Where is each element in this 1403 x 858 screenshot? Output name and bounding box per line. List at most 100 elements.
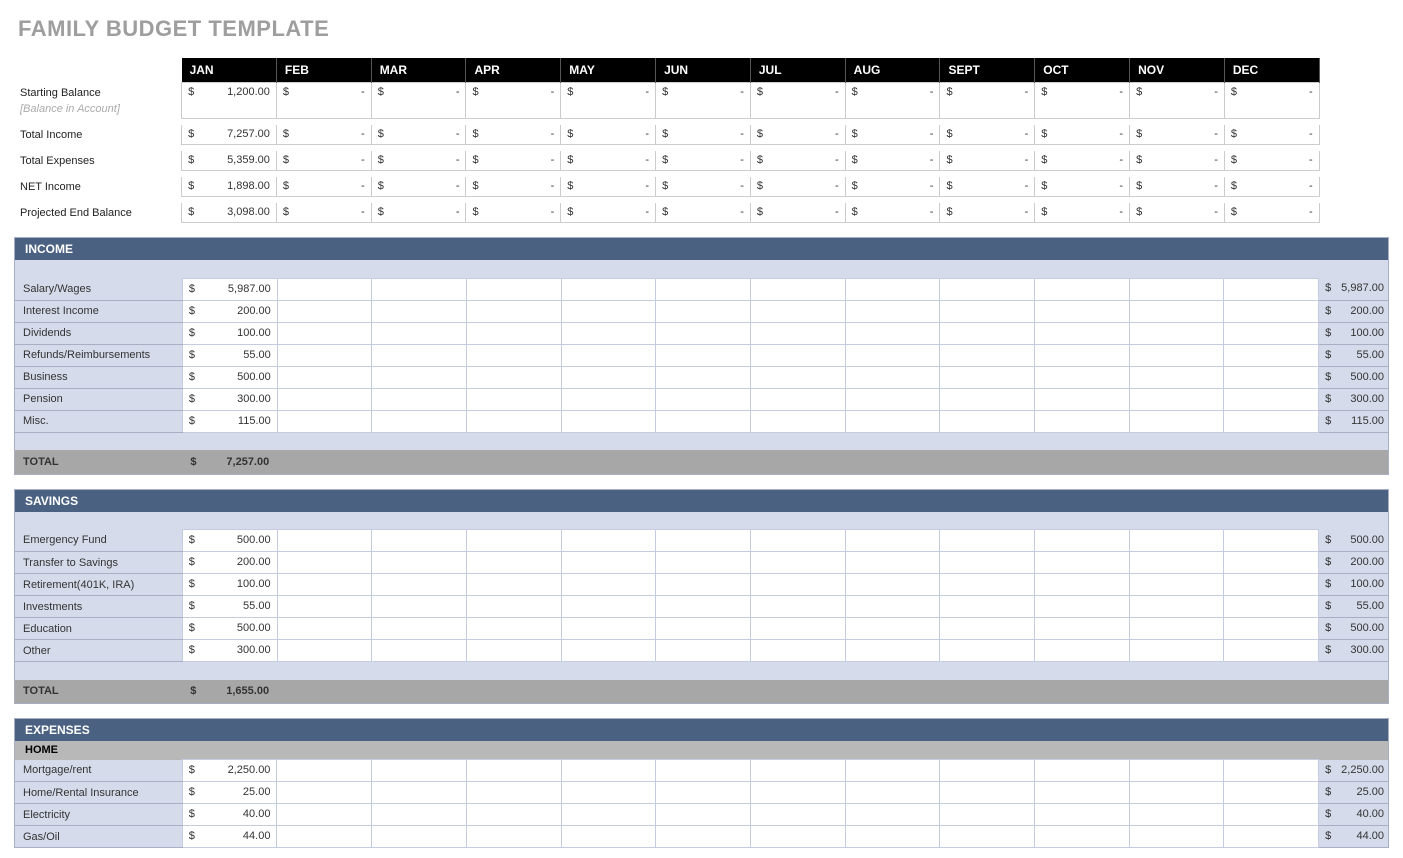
line-item-cell[interactable] <box>277 574 372 596</box>
line-item-cell[interactable]: $55.00 <box>182 596 277 618</box>
summary-cell[interactable]: $- <box>750 83 845 119</box>
line-item-cell[interactable] <box>467 278 562 300</box>
line-item-cell[interactable] <box>940 530 1035 552</box>
line-item-cell[interactable] <box>1035 826 1130 848</box>
summary-cell[interactable]: $- <box>750 177 845 197</box>
summary-cell[interactable]: $- <box>1130 125 1225 145</box>
summary-cell[interactable]: $- <box>940 203 1035 223</box>
line-item-cell[interactable] <box>940 782 1035 804</box>
line-item-cell[interactable] <box>751 300 846 322</box>
line-item-cell[interactable] <box>656 596 751 618</box>
line-item-cell[interactable] <box>1035 574 1130 596</box>
line-item-cell[interactable] <box>1035 760 1130 782</box>
line-item-cell[interactable] <box>940 322 1035 344</box>
line-item-cell[interactable] <box>845 760 940 782</box>
line-item-cell[interactable] <box>277 322 372 344</box>
line-item-cell[interactable] <box>561 344 656 366</box>
line-item-cell[interactable] <box>656 618 751 640</box>
line-item-cell[interactable] <box>561 552 656 574</box>
summary-cell[interactable]: $- <box>750 203 845 223</box>
line-item-cell[interactable] <box>940 826 1035 848</box>
line-item-cell[interactable] <box>466 530 561 552</box>
summary-cell[interactable]: $- <box>561 151 656 171</box>
line-item-cell[interactable] <box>750 826 845 848</box>
line-item-cell[interactable] <box>1224 366 1319 388</box>
line-item-cell[interactable] <box>466 574 561 596</box>
summary-cell[interactable]: $- <box>1035 125 1130 145</box>
line-item-cell[interactable] <box>845 410 940 432</box>
line-item-cell[interactable] <box>466 804 561 826</box>
line-item-cell[interactable] <box>751 552 846 574</box>
line-item-cell[interactable] <box>1224 388 1319 410</box>
line-item-cell[interactable] <box>277 344 372 366</box>
line-item-cell[interactable] <box>466 760 561 782</box>
summary-cell[interactable]: $- <box>1130 177 1225 197</box>
summary-cell[interactable]: $- <box>561 125 656 145</box>
line-item-cell[interactable]: $500.00 <box>182 366 277 388</box>
line-item-cell[interactable] <box>561 410 656 432</box>
line-item-cell[interactable]: $2,250.00 <box>182 760 277 782</box>
summary-cell[interactable]: $- <box>561 83 656 119</box>
summary-cell[interactable]: $- <box>1035 151 1130 171</box>
line-item-cell[interactable] <box>845 826 940 848</box>
line-item-cell[interactable] <box>372 322 467 344</box>
line-item-cell[interactable] <box>466 596 561 618</box>
line-item-cell[interactable] <box>1224 618 1319 640</box>
line-item-cell[interactable]: $25.00 <box>182 782 277 804</box>
summary-cell[interactable]: $- <box>466 125 561 145</box>
line-item-cell[interactable] <box>845 782 940 804</box>
line-item-cell[interactable] <box>561 530 656 552</box>
line-item-cell[interactable] <box>1224 782 1319 804</box>
summary-cell[interactable]: $- <box>656 151 751 171</box>
line-item-cell[interactable] <box>1129 760 1224 782</box>
line-item-cell[interactable] <box>372 574 467 596</box>
line-item-cell[interactable] <box>1035 618 1130 640</box>
line-item-cell[interactable] <box>561 300 656 322</box>
line-item-cell[interactable] <box>656 410 751 432</box>
line-item-cell[interactable] <box>1129 322 1224 344</box>
line-item-cell[interactable] <box>277 596 372 618</box>
line-item-cell[interactable] <box>1224 574 1319 596</box>
line-item-cell[interactable] <box>845 366 940 388</box>
summary-cell[interactable]: $- <box>371 83 466 119</box>
summary-cell[interactable]: $- <box>1035 83 1130 119</box>
line-item-cell[interactable] <box>372 410 467 432</box>
line-item-cell[interactable] <box>940 300 1035 322</box>
line-item-cell[interactable] <box>467 410 562 432</box>
line-item-cell[interactable] <box>940 278 1035 300</box>
line-item-cell[interactable] <box>656 640 751 662</box>
line-item-cell[interactable] <box>1224 552 1319 574</box>
line-item-cell[interactable]: $300.00 <box>182 388 277 410</box>
line-item-cell[interactable] <box>561 366 656 388</box>
line-item-cell[interactable] <box>751 618 846 640</box>
summary-cell[interactable]: $- <box>276 151 371 171</box>
line-item-cell[interactable] <box>656 760 751 782</box>
line-item-cell[interactable] <box>656 366 751 388</box>
summary-cell[interactable]: $- <box>371 125 466 145</box>
line-item-cell[interactable] <box>1035 640 1130 662</box>
line-item-cell[interactable] <box>845 322 940 344</box>
summary-cell[interactable]: $- <box>276 83 371 119</box>
line-item-cell[interactable] <box>656 782 751 804</box>
line-item-cell[interactable] <box>372 388 467 410</box>
line-item-cell[interactable] <box>372 278 467 300</box>
summary-cell[interactable]: $7,257.00 <box>182 125 277 145</box>
line-item-cell[interactable] <box>1129 826 1224 848</box>
line-item-cell[interactable] <box>1035 410 1130 432</box>
line-item-cell[interactable] <box>1224 596 1319 618</box>
line-item-cell[interactable] <box>372 804 467 826</box>
line-item-cell[interactable] <box>1129 574 1224 596</box>
line-item-cell[interactable] <box>751 530 846 552</box>
line-item-cell[interactable] <box>467 366 562 388</box>
line-item-cell[interactable]: $300.00 <box>182 640 277 662</box>
line-item-cell[interactable] <box>1224 804 1319 826</box>
line-item-cell[interactable] <box>656 300 751 322</box>
line-item-cell[interactable] <box>466 552 561 574</box>
line-item-cell[interactable] <box>561 574 656 596</box>
line-item-cell[interactable]: $40.00 <box>182 804 277 826</box>
line-item-cell[interactable] <box>466 782 561 804</box>
summary-cell[interactable]: $- <box>276 203 371 223</box>
line-item-cell[interactable] <box>466 640 561 662</box>
summary-cell[interactable]: $- <box>1035 177 1130 197</box>
line-item-cell[interactable] <box>372 640 467 662</box>
